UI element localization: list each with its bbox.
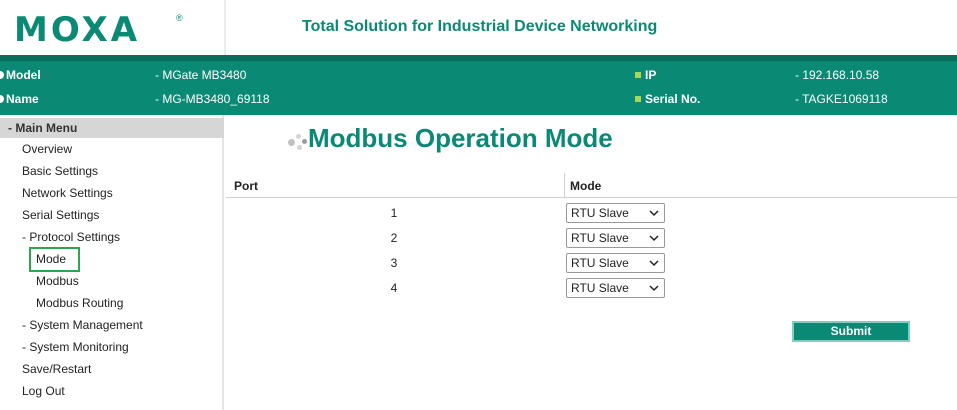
sidebar-item-save-restart[interactable]: Save/Restart: [22, 362, 91, 376]
submit-button[interactable]: Submit: [792, 321, 910, 342]
port-1-mode-select[interactable]: RTU Slave: [566, 203, 665, 223]
model-label: Model: [6, 68, 41, 82]
page-title: Modbus Operation Mode: [308, 123, 613, 153]
ip-label: IP: [645, 68, 657, 82]
registered-mark: ®: [176, 13, 183, 23]
chevron-down-icon: [649, 235, 659, 242]
column-header-mode: Mode: [570, 179, 602, 193]
select-value: RTU Slave: [571, 231, 629, 245]
ip-value: - 192.168.10.58: [795, 68, 880, 82]
main-content: Modbus Operation Mode Port Mode 1 RTU Sl…: [226, 115, 957, 410]
sidebar-item-overview[interactable]: Overview: [22, 142, 72, 156]
serial-value: - TAGKE1069118: [795, 92, 888, 106]
tagline: Total Solution for Industrial Device Net…: [302, 18, 658, 35]
port-2-mode-select[interactable]: RTU Slave: [566, 228, 665, 248]
port-number: 4: [390, 281, 398, 295]
header: MOXA ® Total Solution for Industrial Dev…: [0, 0, 957, 55]
sidebar: - Main Menu Overview Basic Settings Netw…: [0, 115, 224, 410]
device-info-bar: Model - MGate MB3480 Name - MG-MB3480_69…: [0, 55, 957, 115]
sidebar-item-modbus-routing[interactable]: Modbus Routing: [36, 296, 123, 310]
select-value: RTU Slave: [571, 206, 629, 220]
chevron-down-icon: [649, 285, 659, 292]
port-number: 3: [390, 256, 398, 270]
name-value: - MG-MB3480_69118: [155, 92, 270, 106]
select-value: RTU Slave: [571, 256, 629, 270]
sidebar-item-log-out[interactable]: Log Out: [22, 384, 65, 398]
sidebar-item-modbus[interactable]: Modbus: [36, 274, 79, 288]
sidebar-item-serial-settings[interactable]: Serial Settings: [22, 208, 99, 222]
bullet-icon: [0, 71, 4, 79]
bullet-icon: [0, 95, 4, 103]
port-number: 2: [390, 231, 398, 245]
main-menu-header[interactable]: - Main Menu: [0, 118, 224, 138]
header-divider: [224, 0, 226, 55]
sidebar-item-network-settings[interactable]: Network Settings: [22, 186, 113, 200]
port-number: 1: [390, 206, 398, 220]
sidebar-item-system-monitoring[interactable]: - System Monitoring: [22, 340, 129, 354]
sidebar-item-protocol-settings[interactable]: - Protocol Settings: [22, 230, 120, 244]
sidebar-item-system-management[interactable]: - System Management: [22, 318, 143, 332]
column-header-port: Port: [234, 179, 258, 193]
chevron-down-icon: [649, 210, 659, 217]
sidebar-item-basic-settings[interactable]: Basic Settings: [22, 164, 98, 178]
sidebar-item-mode[interactable]: Mode: [36, 252, 66, 266]
column-divider: [564, 173, 565, 198]
model-value: - MGate MB3480: [155, 68, 247, 82]
serial-label: Serial No.: [645, 92, 701, 106]
select-value: RTU Slave: [571, 281, 629, 295]
port-3-mode-select[interactable]: RTU Slave: [566, 253, 665, 273]
port-4-mode-select[interactable]: RTU Slave: [566, 278, 665, 298]
moxa-logo[interactable]: MOXA: [14, 10, 140, 50]
bullet-icon: [635, 96, 641, 102]
table-header: Port Mode: [226, 173, 957, 198]
chevron-down-icon: [649, 260, 659, 267]
name-label: Name: [6, 92, 39, 106]
bullet-icon: [635, 72, 641, 78]
logo-area: MOXA ®: [0, 0, 224, 55]
